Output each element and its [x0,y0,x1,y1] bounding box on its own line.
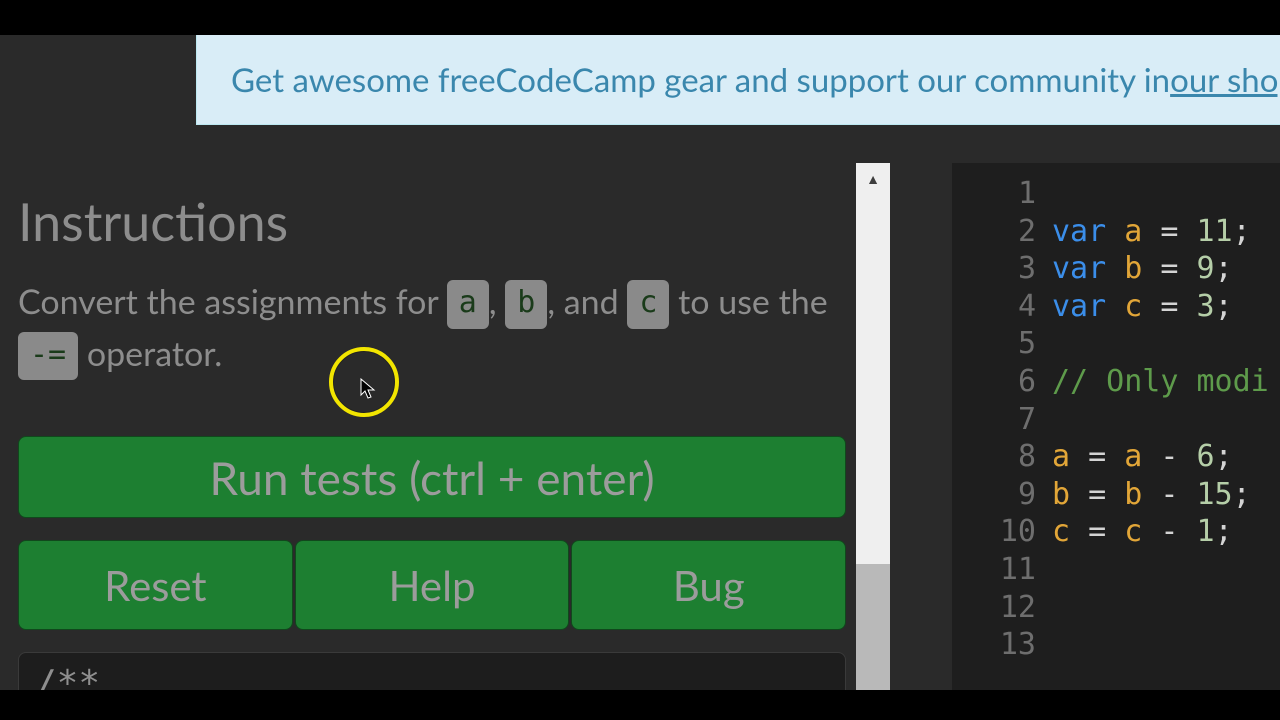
code-chip-a: a [447,280,489,329]
banner-link[interactable]: our shop [1170,60,1280,100]
scroll-thumb[interactable] [856,564,890,690]
run-tests-button[interactable]: Run tests (ctrl + enter) [18,436,846,518]
line-number: 4 [952,288,1036,326]
code-line[interactable]: a = a - 6; [1052,438,1269,476]
help-button[interactable]: Help [295,540,570,630]
instructions-panel: Instructions Convert the assignments for… [0,163,890,690]
code-line[interactable]: var c = 3; [1052,288,1269,326]
code-line[interactable] [1052,401,1269,439]
instructions-heading: Instructions [18,191,858,253]
line-number: 6 [952,363,1036,401]
code-chip-c: c [627,280,669,329]
line-number: 11 [952,551,1036,589]
code-line[interactable] [1052,626,1269,664]
line-number: 2 [952,213,1036,251]
code-line[interactable]: c = c - 1; [1052,513,1269,551]
code-chip-b: b [505,280,547,329]
line-number: 13 [952,626,1036,664]
line-number: 8 [952,438,1036,476]
scrollbar[interactable]: ▲ [856,163,890,690]
reset-button[interactable]: Reset [18,540,293,630]
code-line[interactable] [1052,175,1269,213]
instructions-body: Convert the assignments for a, b, and c … [18,277,858,380]
line-number: 1 [952,175,1036,213]
code-chip-op: -= [18,332,78,381]
line-number: 7 [952,401,1036,439]
code-line[interactable] [1052,325,1269,363]
code-line[interactable]: var a = 11; [1052,213,1269,251]
code-line[interactable] [1052,589,1269,627]
code-line[interactable]: // Only modi [1052,363,1269,401]
line-number: 10 [952,513,1036,551]
code-line[interactable]: var b = 9; [1052,250,1269,288]
bug-button[interactable]: Bug [571,540,846,630]
line-number: 3 [952,250,1036,288]
banner-text-before: Get awesome freeCodeCamp gear and suppor… [231,60,1170,100]
line-number: 9 [952,476,1036,514]
promo-banner: Get awesome freeCodeCamp gear and suppor… [196,35,1280,125]
code-line[interactable] [1052,551,1269,589]
code-line[interactable]: b = b - 15; [1052,476,1269,514]
test-output: /** [18,652,846,690]
line-number: 12 [952,589,1036,627]
code-editor[interactable]: 12345678910111213 var a = 11;var b = 9;v… [952,163,1280,690]
scroll-up-icon[interactable]: ▲ [856,163,890,193]
line-number: 5 [952,325,1036,363]
